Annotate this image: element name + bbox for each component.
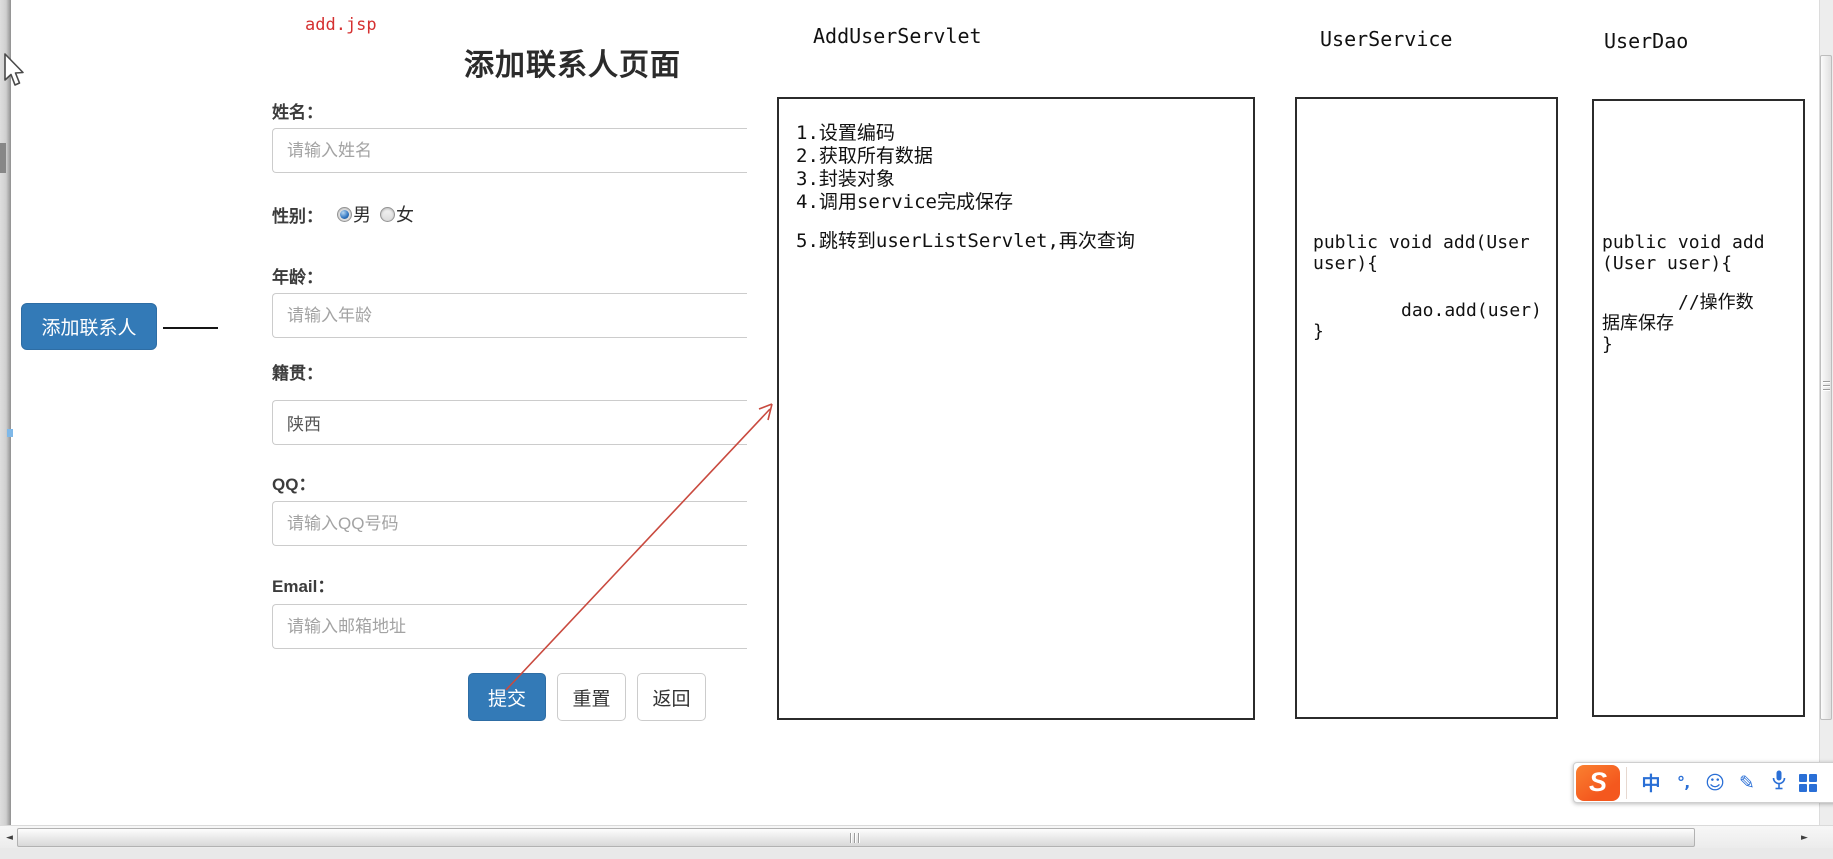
name-input[interactable] xyxy=(272,128,747,173)
reset-button[interactable]: 重置 xyxy=(557,673,626,721)
connector-line xyxy=(163,327,218,329)
horizontal-scrollbar[interactable]: ◄ ► xyxy=(0,825,1833,848)
servlet-step: 5.跳转到userListServlet,再次查询 xyxy=(796,230,1135,252)
microphone-icon[interactable] xyxy=(1766,770,1792,795)
add-contact-button[interactable]: 添加联系人 xyxy=(21,303,157,350)
name-label: 姓名： xyxy=(272,103,323,122)
ime-divider xyxy=(1626,766,1627,799)
sogou-logo-icon[interactable]: S xyxy=(1576,764,1620,801)
servlet-steps: 1.设置编码 2.获取所有数据 3.封装对象 4.调用service完成保存 5… xyxy=(796,122,1135,253)
code-line: public void add xyxy=(1602,232,1765,253)
left-edge-blue-marker xyxy=(7,429,13,437)
code-line: 据库保存 xyxy=(1602,313,1674,334)
submit-button[interactable]: 提交 xyxy=(468,673,546,721)
handwriting-pen-icon[interactable]: ✎ xyxy=(1734,772,1760,794)
dao-box xyxy=(1592,99,1805,717)
servlet-step: 4.调用service完成保存 xyxy=(796,191,1013,213)
page-title: 添加联系人页面 xyxy=(464,49,681,82)
servlet-box-title: AddUserServlet xyxy=(813,24,982,48)
code-line: //操作数 xyxy=(1678,292,1754,313)
gender-option-male[interactable]: 男 xyxy=(353,201,371,227)
code-line: (User user){ xyxy=(1602,253,1733,274)
qq-label: QQ： xyxy=(272,475,316,494)
horizontal-scrollbar-thumb[interactable] xyxy=(17,828,1695,847)
dao-box-title: UserDao xyxy=(1604,29,1689,53)
gender-radio-female[interactable] xyxy=(380,206,395,222)
scrollbar-grip xyxy=(850,833,860,843)
native-place-input[interactable] xyxy=(272,400,747,445)
service-code: public void add(User user){ dao.add(user… xyxy=(1313,232,1551,342)
left-scrollbar-thumb[interactable] xyxy=(0,143,6,173)
scrollbar-grip xyxy=(1823,381,1830,391)
ime-toolbar: S 中 °‚ ☺ ✎ xyxy=(1573,762,1833,803)
whiteboard-canvas: add.jsp 添加联系人页面 姓名： 性别： 男 女 年龄： 籍贯： QQ： … xyxy=(0,0,1833,859)
gender-option-female[interactable]: 女 xyxy=(396,201,414,227)
gender-radio-male[interactable] xyxy=(337,206,352,222)
gender-label: 性别： xyxy=(272,206,323,226)
code-line: user){ xyxy=(1313,253,1379,274)
scroll-right-arrow-icon[interactable]: ► xyxy=(1797,828,1812,847)
servlet-step: 2.获取所有数据 xyxy=(796,145,933,167)
left-window-edge xyxy=(0,0,11,825)
gender-field: 性别： 男 女 xyxy=(272,201,423,227)
dao-code: public void add (User user){ //操作数 据库保存 … xyxy=(1602,232,1800,355)
email-input[interactable] xyxy=(272,604,747,649)
code-line: public void add(User xyxy=(1313,232,1530,253)
servlet-step: 3.封装对象 xyxy=(796,168,895,190)
service-box-title: UserService xyxy=(1320,27,1453,51)
bottom-window-strip xyxy=(0,848,1833,859)
email-label: Email： xyxy=(272,577,335,596)
jsp-file-annotation: add.jsp xyxy=(305,15,377,35)
age-input[interactable] xyxy=(272,293,747,338)
code-line: } xyxy=(1602,334,1613,355)
ime-menu-grid-icon[interactable] xyxy=(1799,773,1817,792)
servlet-step: 1.设置编码 xyxy=(796,122,895,144)
emoji-icon[interactable]: ☺ xyxy=(1702,772,1728,794)
age-label: 年龄： xyxy=(272,268,323,287)
scroll-left-arrow-icon[interactable]: ◄ xyxy=(2,828,17,847)
qq-input[interactable] xyxy=(272,501,747,546)
native-place-label: 籍贯： xyxy=(272,364,323,383)
back-button[interactable]: 返回 xyxy=(637,673,706,721)
punctuation-icon[interactable]: °‚ xyxy=(1670,773,1696,792)
code-line: dao.add(user) xyxy=(1401,300,1542,321)
service-box xyxy=(1295,97,1558,719)
chinese-english-toggle-icon[interactable]: 中 xyxy=(1638,769,1664,796)
code-line: } xyxy=(1313,321,1324,342)
